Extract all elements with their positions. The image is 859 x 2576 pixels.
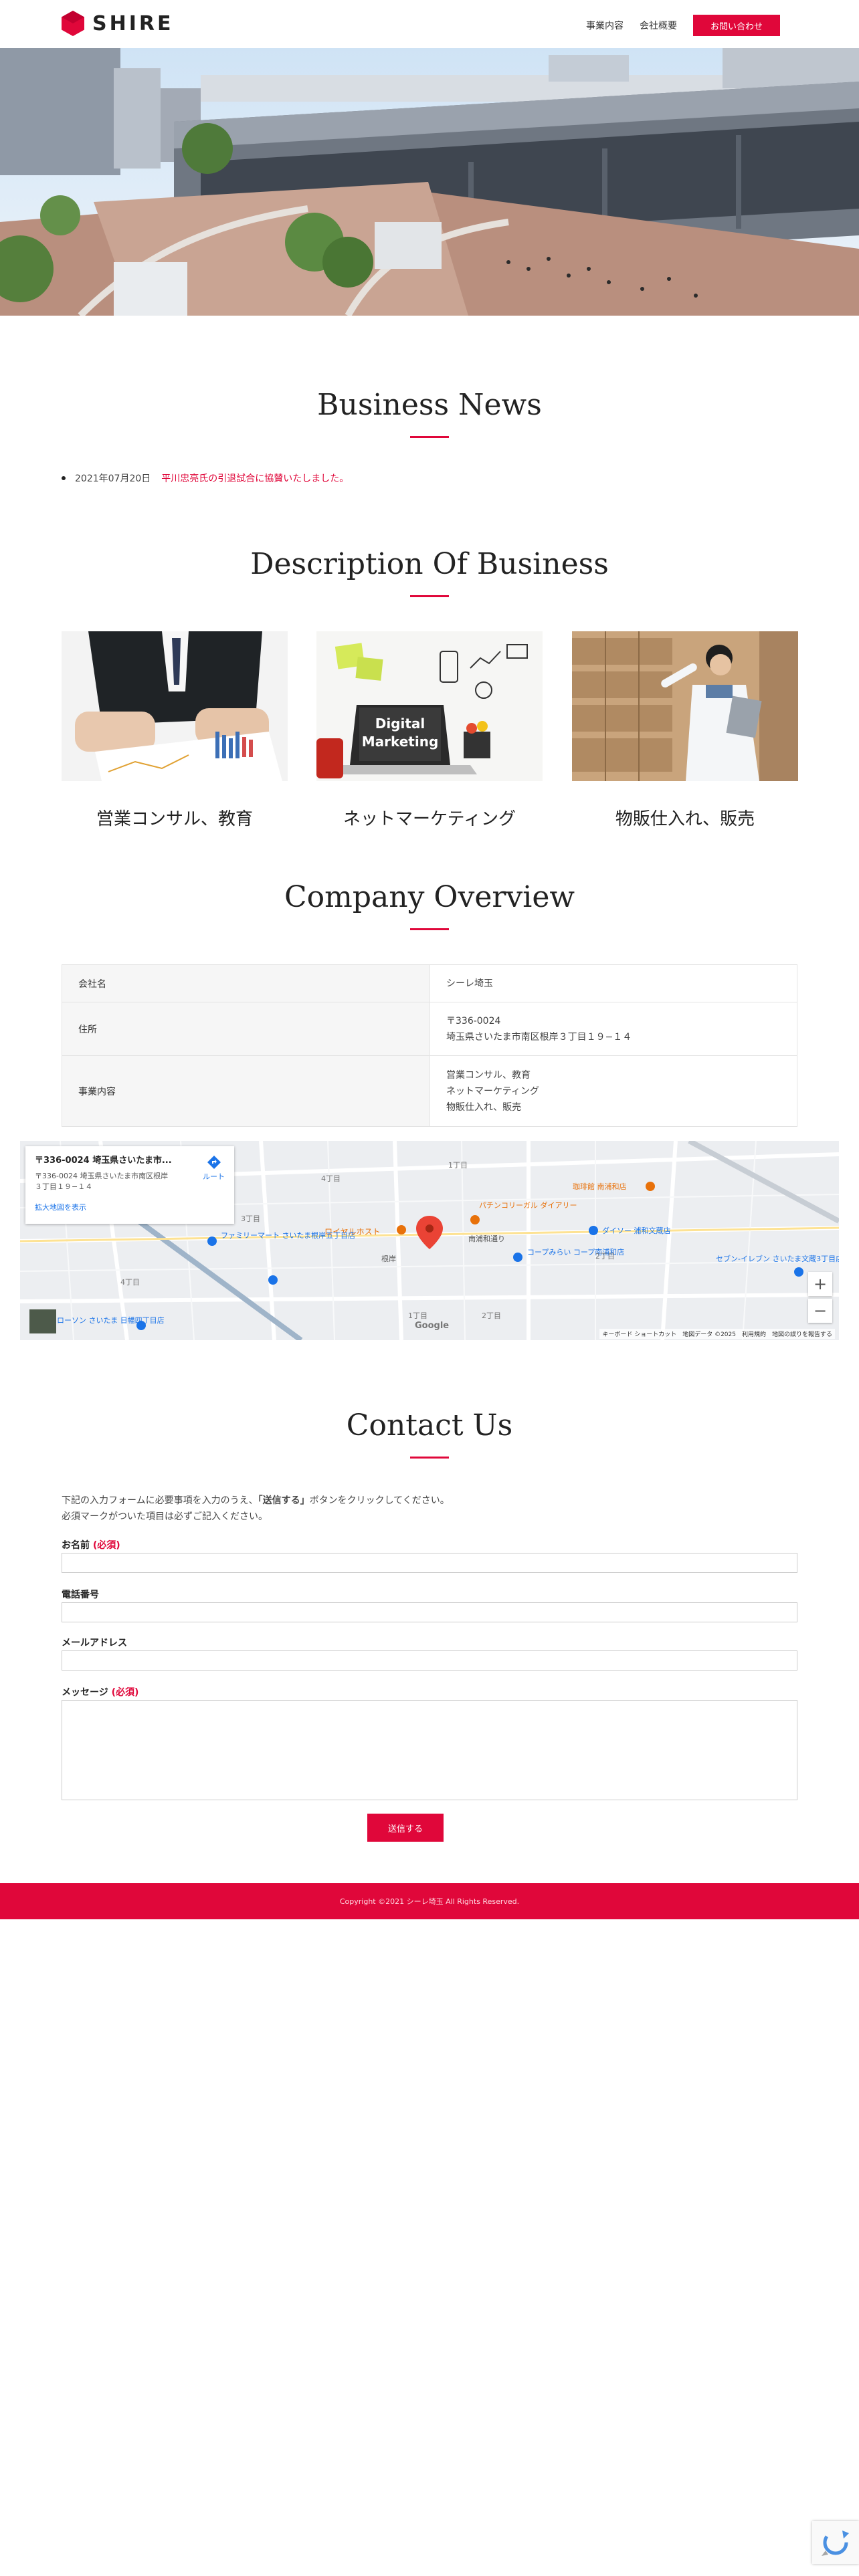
map-info-title: 〒336-0024 埼玉県さいたま市... [35,1156,172,1166]
enlarge-map-link[interactable]: 拡大地図を表示 [35,1202,225,1212]
business-card-marketing: Digital Marketing ネットマーケティング [316,631,543,830]
nav-link-company[interactable]: 会社概要 [640,19,677,32]
bullet-icon [62,476,66,480]
submit-button[interactable]: 送信する [367,1814,444,1842]
phone-input[interactable] [62,1602,797,1622]
name-label: お名前 (必須) [62,1540,120,1551]
news-list: 2021年07月20日 平川忠亮氏の引退試合に協賛いたしました。 [62,471,349,485]
site-header: SHIRE 事業内容 会社概要 お問い合わせ [0,0,859,48]
table-row: 住所 〒336-0024 埼玉県さいたま市南区根岸３丁目１９−１４ [62,1002,797,1056]
name-input[interactable] [62,1553,797,1573]
required-mark: (必須) [92,1540,120,1551]
contact-title-underline [410,1457,449,1459]
hero-image [0,48,859,316]
table-value-cell: 〒336-0024 埼玉県さいたま市南区根岸３丁目１９−１４ [430,1002,797,1056]
company-title-underline [410,928,449,930]
google-map[interactable]: ロイヤルホスト ファミリーマート さいたま根岸五丁目店 ダイソー 浦和文蔵店 コ… [20,1141,839,1340]
map-label-chome: 2丁目 [595,1252,615,1261]
map-label-chome: 4丁目 [120,1278,140,1287]
email-input[interactable] [62,1650,797,1671]
map-label-chome: 3丁目 [241,1214,260,1223]
map-label-coffee: 珈琲館 南浦和店 [573,1182,627,1191]
map-label-chome: 2丁目 [482,1311,501,1320]
map-info-window: 〒336-0024 埼玉県さいたま市... 〒336-0024 埼玉県さいたま市… [25,1146,234,1224]
map-label-lawson: ローソン さいたま 日幡四丁目店 [57,1315,165,1325]
table-row: 事業内容 営業コンサル、教育 ネットマーケティング 物販仕入れ、販売 [62,1055,797,1127]
business-card-title: 営業コンサル、教育 [96,809,253,829]
news-date: 2021年07月20日 [75,473,151,484]
hero-station-illustration [0,48,859,316]
site-footer: Copyright ©2021 シーレ埼玉 All Rights Reserve… [0,1883,859,1919]
map-info-address: 〒336-0024 埼玉県さいたま市南区根岸３丁目１９−１４ [35,1172,169,1191]
map-label-chome: 1丁目 [448,1161,468,1170]
map-label-familymart: ファミリーマート さいたま根岸五丁目店 [221,1230,355,1240]
marketing-image: Digital Marketing [316,631,543,781]
digital-text: Digital [375,716,425,732]
email-label: メールアドレス [62,1638,127,1648]
logo-hexagon-icon [62,11,84,36]
table-header-cell: 事業内容 [62,1055,430,1127]
phone-label: 電話番号 [62,1590,99,1600]
logo[interactable]: SHIRE [62,11,173,36]
copyright-text: Copyright ©2021 シーレ埼玉 All Rights Reserve… [339,1897,520,1906]
consulting-image [62,631,288,781]
table-header-cell: 会社名 [62,964,430,1002]
table-header-cell: 住所 [62,1002,430,1056]
nav-link-business[interactable]: 事業内容 [586,19,624,32]
table-value-cell: 営業コンサル、教育 ネットマーケティング 物販仕入れ、販売 [430,1055,797,1127]
google-logo: Google [415,1321,450,1331]
business-section-title: Description Of Business [250,547,609,581]
directions-icon [207,1156,221,1169]
contact-intro: 下記の入力フォームに必要事項を入力のうえ、「送信する」ボタンをクリックしてくださ… [62,1495,450,1522]
logo-text: SHIRE [92,11,174,35]
route-button[interactable]: ルート [203,1156,225,1182]
news-section-title: Business News [317,388,542,422]
marketing-text: Marketing [362,734,439,750]
map-footer[interactable]: キーボード ショートカット 地図データ ©2025 利用規約 地図の誤りを報告す… [599,1329,835,1339]
business-card-consulting: 営業コンサル、教育 [62,631,288,830]
message-label: メッセージ (必須) [62,1687,139,1698]
business-card-retail: 物販仕入れ、販売 [572,631,798,830]
map-label-daiso: ダイソー 浦和文蔵店 [602,1226,671,1235]
news-link[interactable]: 平川忠亮氏の引退試合に協賛いたしました。 [161,471,349,485]
contact-cta-button[interactable]: お問い合わせ [693,15,780,36]
map-label-seven: セブン-イレブン さいたま文蔵3丁目店 [716,1254,839,1263]
table-value-cell: シーレ埼玉 [430,964,797,1002]
recaptcha-badge[interactable] [812,2521,859,2564]
route-label: ルート [203,1172,225,1181]
news-title-underline [410,436,449,438]
map-label-chome: 4丁目 [321,1174,341,1183]
business-title-underline [410,595,449,597]
company-table: 会社名 シーレ埼玉 住所 〒336-0024 埼玉県さいたま市南区根岸３丁目１９… [62,964,797,1127]
recaptcha-icon [822,2530,849,2556]
business-card-title: 物販仕入れ、販売 [615,809,755,829]
zoom-out-button[interactable]: − [808,1299,832,1323]
map-label-pachinko: パチンコリーガル ダイアリー [479,1200,577,1210]
message-textarea[interactable] [62,1700,797,1800]
required-mark: (必須) [111,1687,139,1698]
business-card-title: ネットマーケティング [343,809,516,829]
zoom-in-button[interactable]: + [808,1272,832,1296]
map-label-chome: 1丁目 [408,1311,427,1320]
contact-section-title: Contact Us [346,1408,513,1442]
warehouse-image [572,631,798,781]
map-label-street: 南浦和通り [468,1235,505,1243]
main-nav: 事業内容 会社概要 お問い合わせ [586,15,780,36]
map-label-negishi: 根岸 [381,1254,396,1263]
company-section-title: Company Overview [284,880,575,914]
table-row: 会社名 シーレ埼玉 [62,964,797,1002]
news-item: 2021年07月20日 平川忠亮氏の引退試合に協賛いたしました。 [62,471,349,485]
